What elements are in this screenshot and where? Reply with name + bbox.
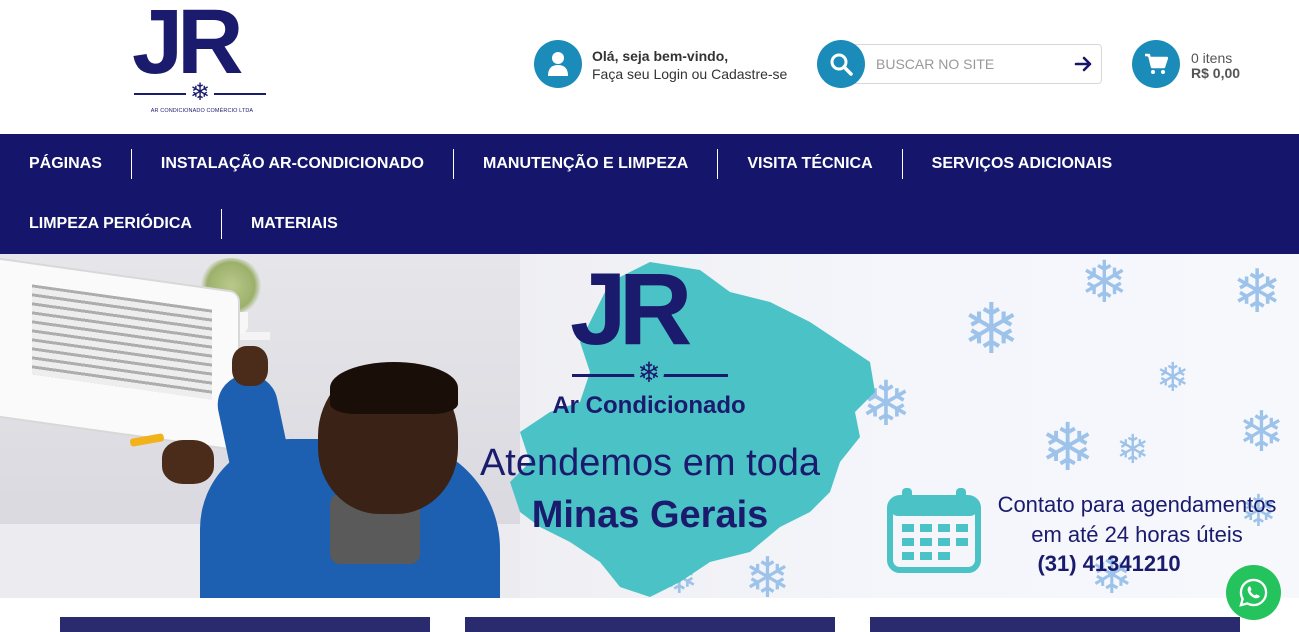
contact-phone[interactable]: (31) 41341210	[980, 551, 1238, 577]
login-link[interactable]: Faça seu Login ou Cadastre-se	[592, 65, 787, 83]
category-card[interactable]	[465, 617, 835, 632]
cart-total: R$ 0,00	[1191, 65, 1241, 81]
snowflake-decoration: ❄	[1116, 428, 1150, 472]
snowflake-icon: ❄	[634, 358, 664, 388]
technician-hair	[330, 362, 458, 414]
logo-text: JR	[132, 0, 244, 93]
nav-item-paginas[interactable]: PÁGINAS	[0, 149, 132, 179]
snowflake-decoration: ❄	[1080, 254, 1129, 315]
banner-headline: Atendemos em toda	[479, 442, 821, 484]
contact-text: Contato para agendamentos	[997, 492, 1277, 517]
greeting-text: Olá, seja bem-vindo,	[592, 48, 729, 64]
whatsapp-icon[interactable]	[1226, 565, 1281, 620]
nav-item-materiais[interactable]: MATERIAIS	[222, 209, 367, 239]
category-card[interactable]	[60, 617, 430, 632]
main-navigation: PÁGINAS INSTALAÇÃO AR-CONDICIONADO MANUT…	[0, 134, 1299, 254]
banner-logo: JR ❄	[564, 258, 734, 398]
technician-hand	[162, 440, 214, 484]
search-bar	[817, 40, 1102, 88]
arrow-right-icon[interactable]	[1073, 53, 1095, 75]
site-logo[interactable]: JR ❄ AR CONDICIONADO COMÉRCIO LTDA	[128, 0, 273, 120]
nav-item-visita-tecnica[interactable]: VISITA TÉCNICA	[718, 149, 903, 179]
banner-subtitle: Ar Condicionado	[552, 392, 746, 419]
banner-region: Minas Gerais	[531, 494, 769, 536]
hero-banner[interactable]: ❄ ❄ ❄ ❄ ❄ ❄ ❄ ❄ ❄ ❄ ❄ ❄ JR ❄ Ar Condicio…	[0, 254, 1299, 598]
logo-subtitle: AR CONDICIONADO COMÉRCIO LTDA	[150, 108, 254, 114]
nav-item-instalacao[interactable]: INSTALAÇÃO AR-CONDICIONADO	[132, 149, 454, 179]
cart-items-count: 0 itens	[1191, 50, 1233, 66]
snowflake-decoration: ❄	[1156, 356, 1190, 400]
nav-item-manutencao[interactable]: MANUTENÇÃO E LIMPEZA	[454, 149, 719, 179]
nav-item-limpeza-periodica[interactable]: LIMPEZA PERIÓDICA	[0, 209, 222, 239]
snowflake-decoration: ❄	[1040, 410, 1096, 484]
banner-logo-text: JR	[570, 254, 692, 366]
nav-row-2: LIMPEZA PERIÓDICA MATERIAIS	[0, 194, 367, 254]
snowflake-icon: ❄	[186, 79, 214, 107]
technician-hand-raised	[232, 346, 268, 386]
snowflake-decoration: ❄	[1238, 400, 1285, 463]
snowflake-decoration: ❄	[1232, 258, 1283, 325]
search-box	[845, 44, 1102, 84]
search-icon[interactable]	[817, 40, 865, 88]
search-input[interactable]	[876, 53, 1066, 75]
nav-row-1: PÁGINAS INSTALAÇÃO AR-CONDICIONADO MANUT…	[0, 134, 1141, 194]
user-icon[interactable]	[534, 40, 582, 88]
air-conditioner-unit	[0, 256, 240, 452]
snowflake-decoration: ❄	[962, 290, 1021, 368]
cart-summary[interactable]: 0 itens R$ 0,00	[1191, 51, 1240, 81]
cart-icon[interactable]	[1132, 40, 1180, 88]
calendar-icon	[887, 488, 981, 573]
category-card[interactable]	[870, 617, 1240, 632]
contact-hours: em até 24 horas úteis	[1031, 522, 1243, 547]
site-header: JR ❄ AR CONDICIONADO COMÉRCIO LTDA Olá, …	[0, 0, 1299, 134]
nav-item-servicos-adicionais[interactable]: SERVIÇOS ADICIONAIS	[903, 149, 1141, 179]
account-welcome[interactable]: Olá, seja bem-vindo, Faça seu Login ou C…	[592, 47, 787, 83]
